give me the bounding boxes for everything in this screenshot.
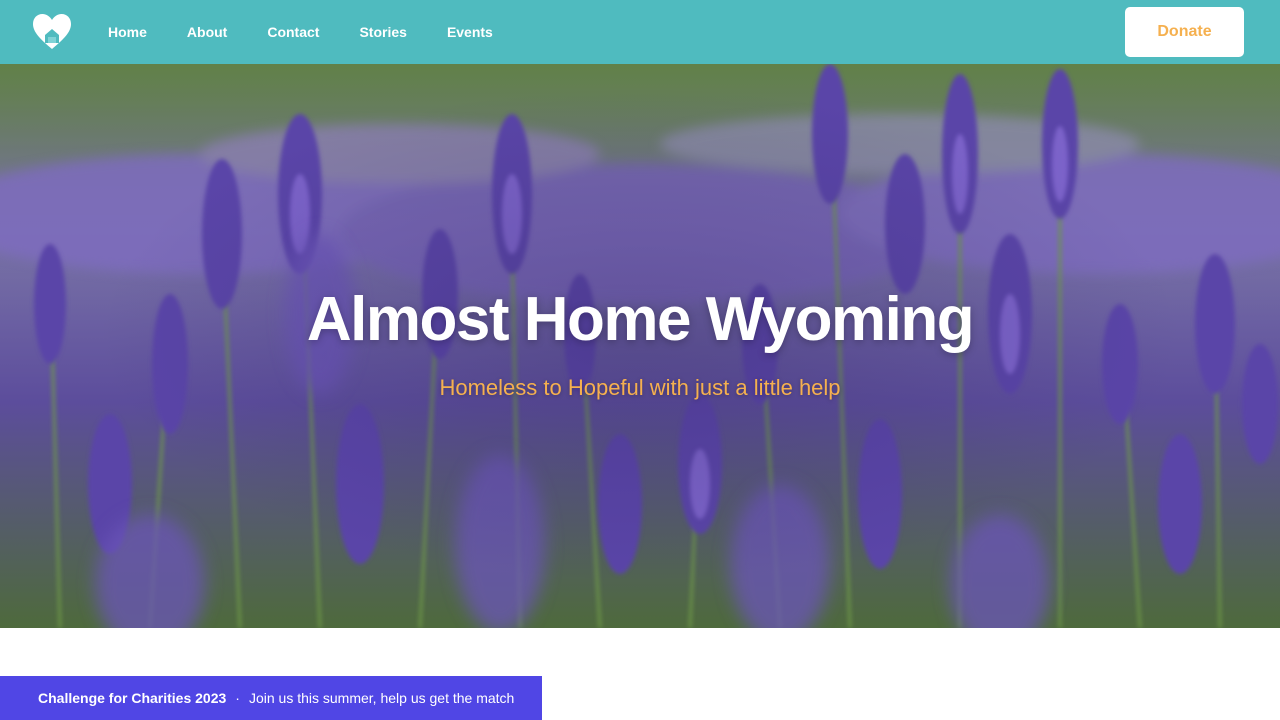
hero-title: Almost Home Wyoming bbox=[306, 285, 975, 354]
banner-separator: · bbox=[235, 690, 240, 706]
top-navbar: Home About Contact Stories Events Donate bbox=[0, 0, 1280, 64]
main-nav: Home About Contact Stories Events bbox=[88, 0, 513, 64]
nav-link-about[interactable]: About bbox=[167, 0, 247, 64]
nav-link-home[interactable]: Home bbox=[88, 0, 167, 64]
heart-home-logo-icon[interactable] bbox=[32, 13, 72, 51]
hero-section: Almost Home Wyoming Homeless to Hopeful … bbox=[0, 64, 1280, 628]
nav-link-stories[interactable]: Stories bbox=[339, 0, 426, 64]
banner-title: Challenge for Charities 2023 bbox=[38, 690, 227, 706]
donate-button[interactable]: Donate bbox=[1125, 7, 1244, 57]
banner-text: Join us this summer, help us get the mat… bbox=[248, 690, 515, 706]
nav-link-contact[interactable]: Contact bbox=[247, 0, 339, 64]
announcement-banner[interactable]: Challenge for Charities 2023 · Join us t… bbox=[0, 676, 542, 720]
hero-subtitle: Homeless to Hopeful with just a little h… bbox=[439, 375, 841, 400]
nav-link-events[interactable]: Events bbox=[427, 0, 513, 64]
